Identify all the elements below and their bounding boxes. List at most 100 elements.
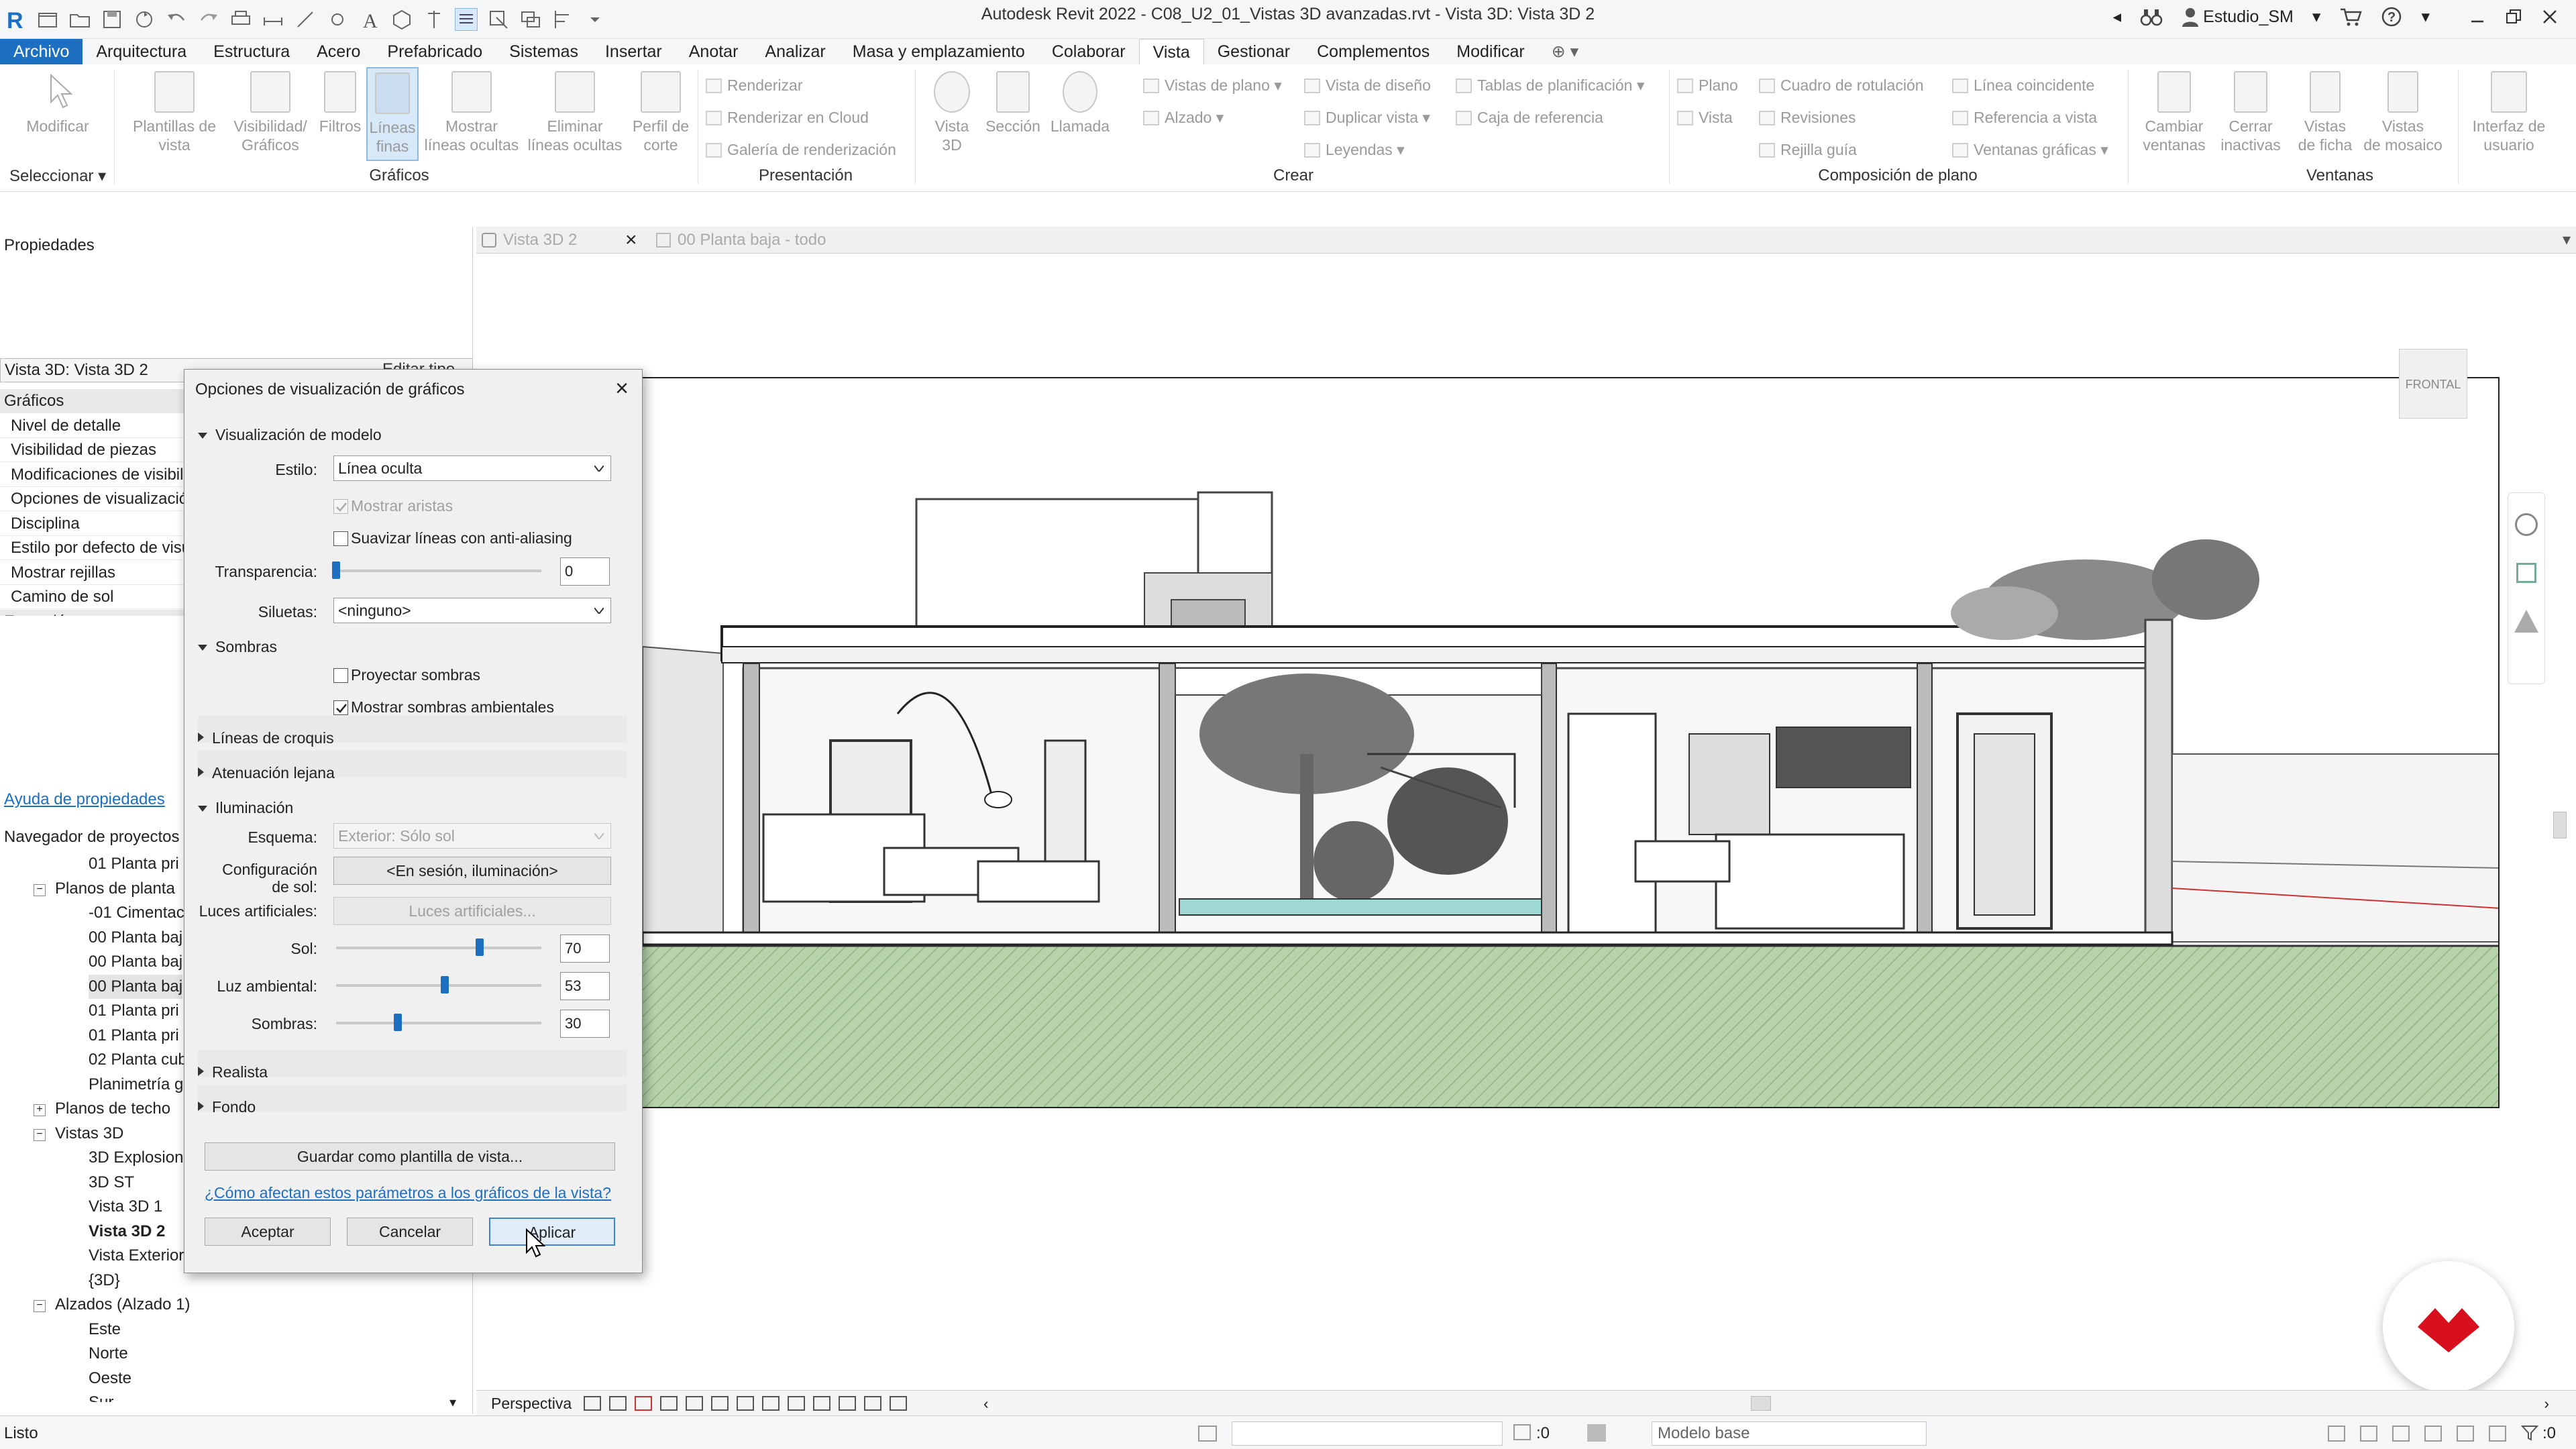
tree-item[interactable]: Vista Exterior xyxy=(89,1244,184,1268)
user-interface-button[interactable]: Interfaz de usuario xyxy=(2463,71,2555,154)
render-button[interactable]: Renderizar xyxy=(706,75,803,95)
style-select[interactable]: Línea oculta xyxy=(333,455,611,481)
sun-setting-button[interactable]: <En sesión, iluminación> xyxy=(333,857,611,885)
render-cloud-button[interactable]: Renderizar en Cloud xyxy=(706,107,869,127)
constraints-icon[interactable] xyxy=(890,1396,907,1411)
tree-item[interactable]: 01 Planta pri xyxy=(89,1024,179,1048)
tab-vista-3d-2[interactable]: Vista 3D 2 xyxy=(482,227,649,254)
tab-complementos[interactable]: Complementos xyxy=(1303,39,1443,64)
shadows-slider-thumb[interactable] xyxy=(393,1014,402,1031)
sun-slider-track[interactable] xyxy=(336,947,541,949)
zoom-icon[interactable] xyxy=(2516,563,2536,583)
section-realistic[interactable]: Realista xyxy=(198,1061,627,1083)
view-templates-button[interactable]: Plantillas de vista xyxy=(125,71,224,154)
filter-count[interactable]: :0 xyxy=(2520,1424,2556,1443)
transparency-input[interactable]: 0 xyxy=(560,557,610,586)
section-sketchy-lines[interactable]: Líneas de croquis xyxy=(198,727,627,749)
cancel-button[interactable]: Cancelar xyxy=(347,1218,473,1246)
tab-arquitectura[interactable]: Arquitectura xyxy=(83,39,200,64)
tree-item[interactable]: Sur xyxy=(89,1391,113,1402)
horizontal-scrollbar[interactable] xyxy=(1751,1396,1771,1411)
collapse-icon[interactable]: − xyxy=(34,883,46,896)
artificial-lights-button[interactable]: Luces artificiales... xyxy=(333,897,611,925)
close-inactive-button[interactable]: Cerrar inactivas xyxy=(2214,71,2288,154)
help-dropdown-icon[interactable]: ▾ xyxy=(2421,7,2430,27)
tree-item[interactable]: {3D} xyxy=(89,1269,120,1293)
callout-button[interactable]: Llamada xyxy=(1046,71,1114,136)
schedules-button[interactable]: Tablas de planificación ▾ xyxy=(1456,75,1644,95)
3d-viewport[interactable] xyxy=(641,377,2500,1108)
anti-aliasing-checkbox[interactable]: Suavizar líneas con anti-aliasing xyxy=(333,528,572,548)
tile-views-button[interactable]: Vistas de mosaico xyxy=(2363,71,2443,154)
sun-slider-thumb[interactable] xyxy=(476,938,484,956)
tree-item[interactable]: Oeste xyxy=(89,1366,131,1391)
place-view-button[interactable]: Vista xyxy=(1677,107,1733,127)
section-model-display[interactable]: Visualización de modelo xyxy=(198,423,627,446)
crop-view-icon[interactable] xyxy=(711,1396,729,1411)
expand-icon[interactable]: + xyxy=(34,1104,46,1116)
tab-archivo[interactable]: Archivo xyxy=(0,39,83,64)
background-processes-icon[interactable] xyxy=(2488,1426,2506,1442)
minimize-icon[interactable] xyxy=(2469,8,2486,25)
collapse-icon[interactable]: − xyxy=(34,1300,46,1312)
matchline-button[interactable]: Línea coincidente xyxy=(1952,75,2094,95)
guide-grid-button[interactable]: Rejilla guía xyxy=(1759,140,1857,160)
shadows-slider-track[interactable] xyxy=(336,1022,541,1024)
section-button[interactable]: Sección xyxy=(982,71,1044,136)
workset-select[interactable] xyxy=(1232,1421,1503,1446)
tab-views-button[interactable]: Vistas de ficha xyxy=(2289,71,2361,154)
select-panel-label[interactable]: Seleccionar ▾ xyxy=(7,166,107,186)
detail-level-icon[interactable] xyxy=(584,1396,601,1411)
sun-path-icon[interactable] xyxy=(635,1396,652,1411)
render-dialog-icon[interactable] xyxy=(686,1396,703,1411)
tab-modificar[interactable]: Modificar xyxy=(1443,39,1538,64)
tab-acero[interactable]: Acero xyxy=(303,39,374,64)
select-underlay-icon[interactable] xyxy=(2359,1426,2377,1442)
tree-item[interactable]: Planimetría g xyxy=(89,1073,183,1097)
user-dropdown-icon[interactable]: ▾ xyxy=(2312,7,2321,27)
tree-item[interactable]: 01 Planta pri xyxy=(89,852,179,876)
scheme-select[interactable]: Exterior: Sólo sol xyxy=(333,823,611,849)
tab-anotar[interactable]: Anotar xyxy=(676,39,752,64)
unlock-view-icon[interactable] xyxy=(762,1396,780,1411)
tree-item[interactable]: 00 Planta baj xyxy=(89,950,182,974)
apply-button[interactable]: Aplicar xyxy=(489,1218,615,1246)
tree-item[interactable]: 00 Planta baj xyxy=(89,926,182,950)
silhouette-select[interactable]: <ninguno> xyxy=(333,598,611,623)
worksets-icon[interactable] xyxy=(1198,1426,1217,1442)
cart-icon[interactable] xyxy=(2339,7,2363,27)
tab-analizar[interactable]: Analizar xyxy=(751,39,839,64)
duplicate-view-button[interactable]: Duplicar vista ▾ xyxy=(1304,107,1430,127)
steering-wheel-icon[interactable] xyxy=(2515,513,2538,536)
ambient-slider-thumb[interactable] xyxy=(441,976,449,994)
transparency-slider-track[interactable] xyxy=(336,570,541,572)
thin-lines-button[interactable]: Líneas finas xyxy=(366,67,419,161)
shadows-icon[interactable] xyxy=(660,1396,678,1411)
tabs-menu-icon[interactable]: ▾ xyxy=(2563,227,2571,254)
show-hidden-lines-button[interactable]: Mostrar líneas ocultas xyxy=(421,71,522,154)
reveal-hidden-icon[interactable] xyxy=(813,1396,830,1411)
revisions-button[interactable]: Revisiones xyxy=(1759,107,1856,127)
tab-gestionar[interactable]: Gestionar xyxy=(1204,39,1303,64)
restore-icon[interactable] xyxy=(2505,8,2522,25)
sun-input[interactable]: 70 xyxy=(560,934,610,963)
tree-item[interactable]: Vista 3D 1 xyxy=(89,1195,162,1219)
section-background[interactable]: Fondo xyxy=(198,1095,627,1118)
tab-sistemas[interactable]: Sistemas xyxy=(496,39,592,64)
tree-item[interactable]: 3D Explosion xyxy=(89,1146,183,1170)
tab-prefabricado[interactable]: Prefabricado xyxy=(374,39,496,64)
tree-item[interactable]: 3D ST xyxy=(89,1171,134,1195)
tab-vista[interactable]: Vista xyxy=(1138,39,1204,64)
select-pinned-icon[interactable] xyxy=(2392,1426,2410,1442)
temp-hide-icon[interactable] xyxy=(788,1396,805,1411)
main-model-icon[interactable] xyxy=(1587,1424,1606,1442)
section-shadows[interactable]: Sombras xyxy=(198,635,627,658)
tree-item[interactable]: 01 Planta pri xyxy=(89,999,179,1023)
tree-item[interactable]: − Alzados (Alzado 1) xyxy=(34,1293,190,1317)
save-as-template-button[interactable]: Guardar como plantilla de vista... xyxy=(205,1142,615,1171)
help-icon[interactable]: ? xyxy=(2381,6,2402,28)
view-reference-button[interactable]: Referencia a vista xyxy=(1952,107,2097,127)
crop-region-icon[interactable] xyxy=(737,1396,754,1411)
transparency-slider-thumb[interactable] xyxy=(332,561,340,579)
scope-box-button[interactable]: Caja de referencia xyxy=(1456,107,1603,127)
